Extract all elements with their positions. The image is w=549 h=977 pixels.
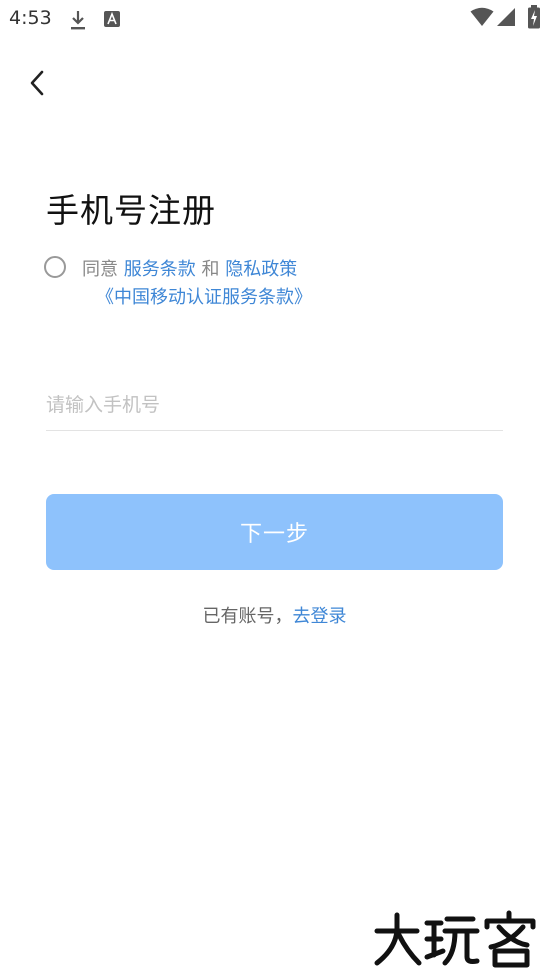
next-step-button[interactable]: 下一步 bbox=[46, 494, 503, 570]
wifi-icon bbox=[470, 7, 494, 26]
battery-charging-icon bbox=[528, 5, 540, 29]
status-time: 4:53 bbox=[9, 7, 52, 29]
agreement-radio[interactable] bbox=[44, 256, 66, 278]
go-login-link[interactable]: 去登录 bbox=[293, 606, 347, 627]
page-title: 手机号注册 bbox=[46, 191, 216, 230]
signal-icon bbox=[497, 8, 515, 26]
login-prompt-text: 已有账号， bbox=[202, 606, 293, 627]
download-icon bbox=[71, 11, 85, 30]
agreement-prefix: 同意 bbox=[82, 259, 118, 280]
privacy-policy-link[interactable]: 隐私政策 bbox=[225, 259, 297, 280]
back-button[interactable] bbox=[20, 62, 58, 104]
service-terms-link[interactable]: 服务条款 bbox=[124, 259, 196, 280]
chevron-left-icon bbox=[30, 70, 44, 96]
agreement-line: 同意 服务条款 和 隐私政策 bbox=[82, 255, 297, 281]
cmcc-terms-link[interactable]: 《中国移动认证服务条款》 bbox=[96, 287, 312, 308]
agreement-conjunction: 和 bbox=[201, 259, 220, 280]
cmcc-terms-line: 《中国移动认证服务条款》 bbox=[96, 283, 312, 309]
watermark-logo bbox=[374, 910, 536, 968]
phone-input[interactable] bbox=[46, 380, 503, 431]
status-bar: 4:53 bbox=[0, 0, 549, 38]
font-icon bbox=[104, 11, 120, 27]
login-prompt: 已有账号，去登录 bbox=[0, 602, 549, 628]
